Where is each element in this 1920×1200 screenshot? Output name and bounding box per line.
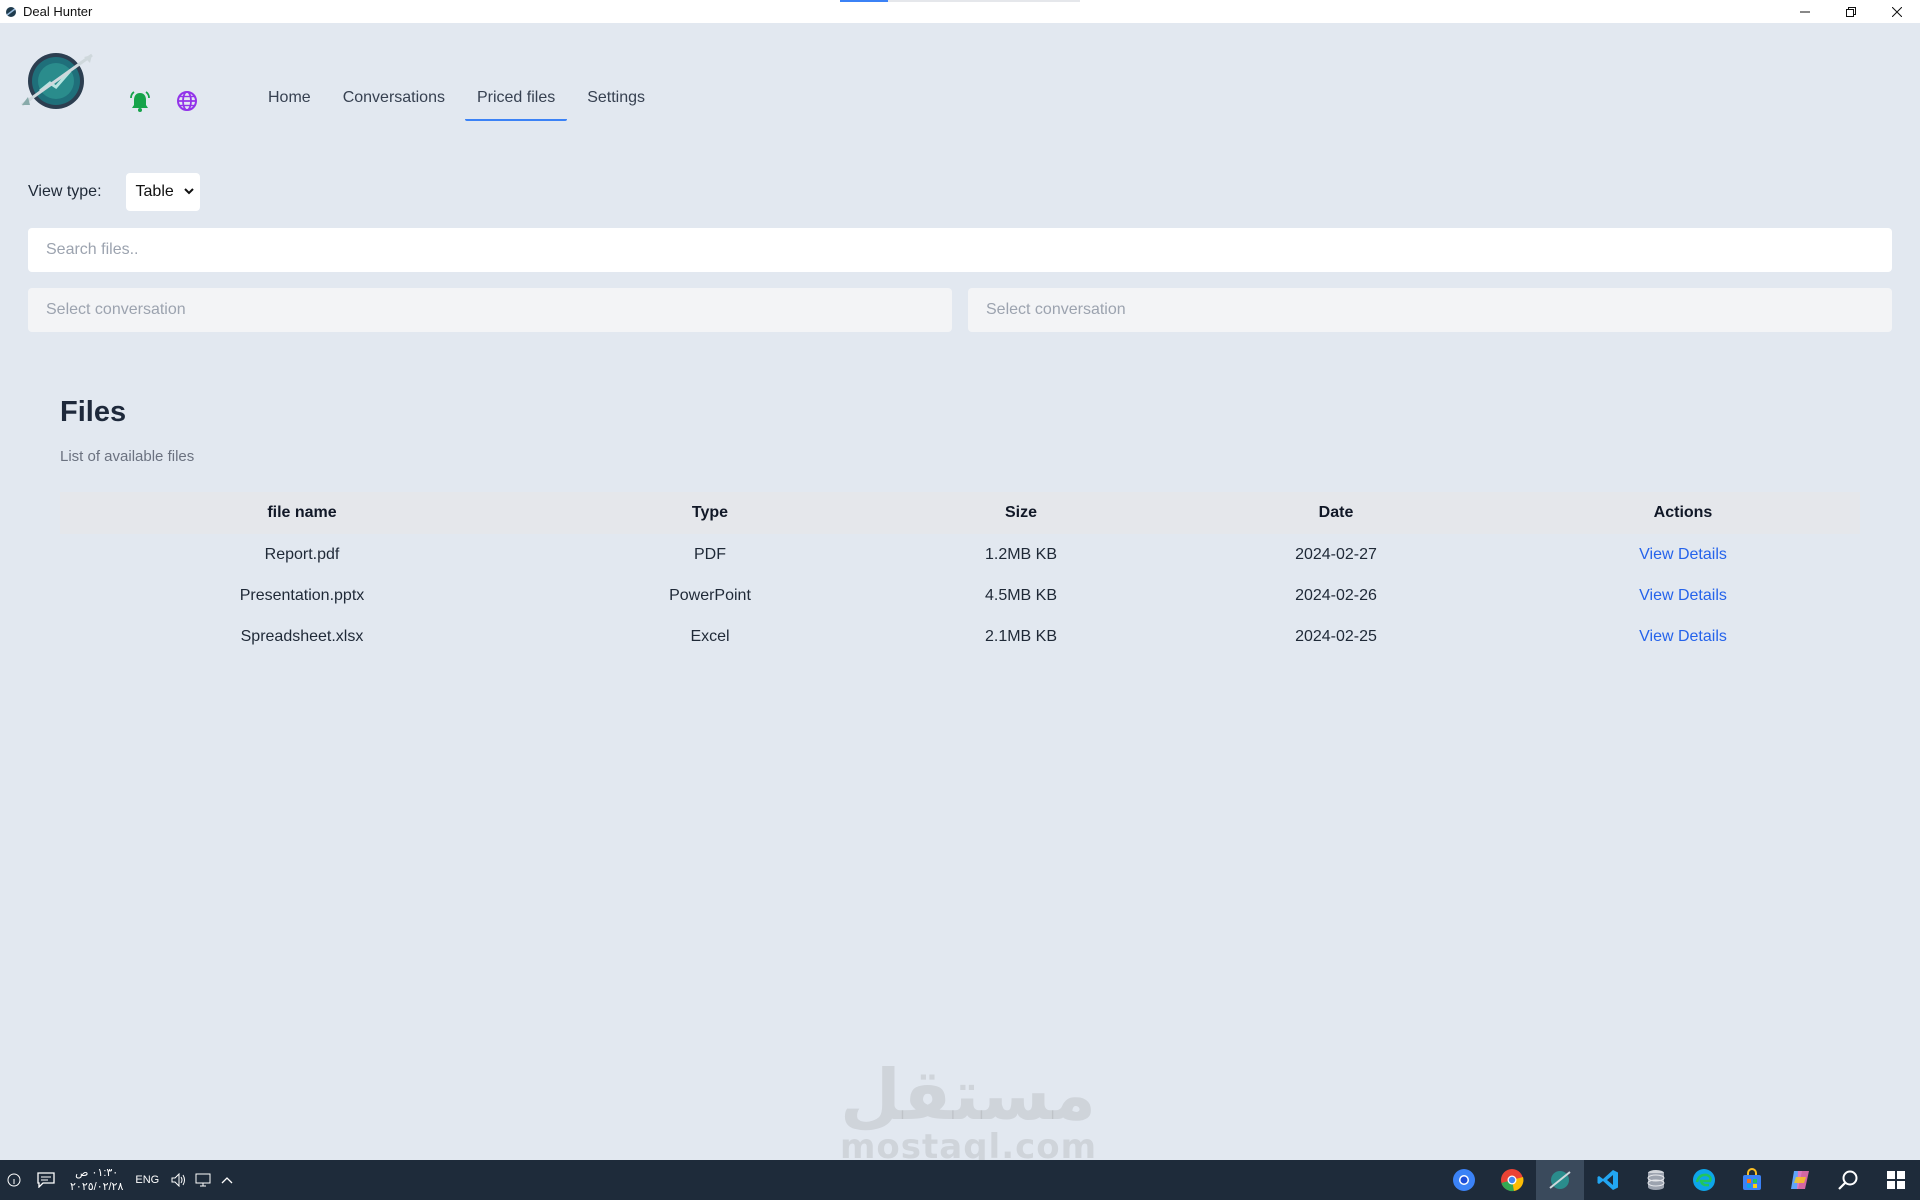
vscode-icon: [1597, 1170, 1618, 1190]
nav-home[interactable]: Home: [256, 79, 323, 117]
taskbar-app-chrome-alt[interactable]: [1488, 1160, 1536, 1200]
restore-button[interactable]: [1828, 0, 1874, 23]
nav-settings[interactable]: Settings: [575, 79, 657, 117]
close-button[interactable]: [1874, 0, 1920, 23]
file-size-cell: 2.1MB KB: [984, 627, 1058, 645]
files-subtitle: List of available files: [60, 448, 195, 465]
window-title: Deal Hunter: [23, 4, 93, 19]
minimize-button[interactable]: [1782, 0, 1828, 23]
app-icon: [6, 6, 16, 17]
files-heading: Files: [60, 396, 127, 428]
minimize-icon: [1800, 11, 1810, 12]
column-header-type: Type: [691, 504, 729, 521]
loading-bar: [840, 0, 1080, 2]
taskbar-app-edge[interactable]: [1680, 1160, 1728, 1200]
volume-icon: [171, 1173, 186, 1187]
view-type-control: View type: Table: [28, 173, 200, 211]
close-icon: [1892, 6, 1902, 17]
view-type-selected: Table: [135, 183, 174, 200]
file-name-cell: Report.pdf: [264, 545, 340, 563]
language-globe-icon[interactable]: [175, 89, 199, 113]
deal-hunter-icon: [1549, 1171, 1571, 1189]
clock-time: ٠١:٣٠ ص: [75, 1167, 119, 1179]
notification-bell-icon[interactable]: [128, 90, 152, 114]
file-date-cell: 2024-02-26: [1295, 586, 1377, 604]
network-button[interactable]: [191, 1160, 215, 1200]
view-type-label: View type:: [28, 183, 102, 200]
deal-hunter-logo[interactable]: [18, 49, 96, 111]
chevron-up-icon: [221, 1177, 233, 1184]
file-name-cell: Presentation.pptx: [239, 586, 365, 604]
conversation-filter-1[interactable]: Select conversation: [28, 288, 952, 332]
taskbar-search-button[interactable]: [1824, 1160, 1872, 1200]
watermark: مستقل mostaql.com: [840, 1054, 1098, 1167]
column-header-file-name: file name: [267, 504, 337, 521]
conversation-filter-2[interactable]: Select conversation: [968, 288, 1892, 332]
file-type-cell: PDF: [694, 545, 726, 563]
taskbar-app-deal-hunter[interactable]: [1536, 1160, 1584, 1200]
restore-icon: [1846, 6, 1856, 17]
files-table: file name Type Size Date Actions Report.…: [60, 492, 1860, 657]
column-header-actions: Actions: [1653, 504, 1713, 521]
file-type-cell: Excel: [690, 627, 730, 645]
column-header-date: Date: [1318, 504, 1354, 521]
table-row: Presentation.pptx PowerPoint 4.5MB KB 20…: [60, 575, 1860, 616]
taskbar-app-chrome[interactable]: [1440, 1160, 1488, 1200]
notification-center-button[interactable]: [28, 1160, 64, 1200]
nav-links: Home Conversations Priced files Settings: [256, 79, 665, 121]
top-navigation: Home Conversations Priced files Settings: [0, 23, 1920, 135]
windows-start-icon: [1887, 1171, 1905, 1189]
file-name-cell: Spreadsheet.xlsx: [240, 627, 364, 645]
table-row: Spreadsheet.xlsx Excel 2.1MB KB 2024-02-…: [60, 616, 1860, 657]
file-size-cell: 4.5MB KB: [984, 586, 1058, 604]
taskbar-app-vscode[interactable]: [1584, 1160, 1632, 1200]
chrome-icon: [1453, 1169, 1475, 1191]
chrome-alt-icon: [1501, 1169, 1524, 1192]
taskbar-app-copilot[interactable]: [1776, 1160, 1824, 1200]
copilot-icon: [1791, 1171, 1809, 1189]
watermark-latin: mostaql.com: [840, 1127, 1098, 1167]
volume-button[interactable]: [167, 1160, 191, 1200]
nav-conversations[interactable]: Conversations: [331, 79, 457, 117]
taskbar-app-store[interactable]: [1728, 1160, 1776, 1200]
view-type-select[interactable]: Table: [125, 173, 200, 211]
search-files-input[interactable]: Search files..: [28, 228, 1892, 272]
view-details-link[interactable]: View Details: [1506, 616, 1860, 657]
watermark-arabic: مستقل: [840, 1054, 1097, 1136]
database-icon: [1647, 1170, 1665, 1190]
taskbar-clock[interactable]: ٠١:٣٠ ص ٢٠٢٥/٠٢/٢٨: [70, 1166, 123, 1194]
language-indicator[interactable]: ENG: [135, 1174, 159, 1186]
table-row: Report.pdf PDF 1.2MB KB 2024-02-27 View …: [60, 534, 1860, 575]
file-date-cell: 2024-02-27: [1295, 545, 1377, 563]
store-icon: [1743, 1168, 1761, 1190]
view-details-link[interactable]: View Details: [1506, 534, 1860, 575]
search-icon: [1838, 1170, 1858, 1190]
file-date-cell: 2024-02-25: [1295, 627, 1377, 645]
nav-priced-files[interactable]: Priced files: [464, 79, 568, 121]
chat-icon: [37, 1172, 55, 1188]
clock-date: ٢٠٢٥/٠٢/٢٨: [70, 1181, 124, 1193]
view-details-link[interactable]: View Details: [1506, 575, 1860, 616]
show-hidden-icons-button[interactable]: [215, 1160, 239, 1200]
network-icon: [195, 1173, 211, 1187]
file-type-cell: PowerPoint: [669, 586, 751, 604]
edge-icon: [1693, 1169, 1715, 1191]
table-header-row: file name Type Size Date Actions: [60, 492, 1860, 534]
column-header-size: Size: [1004, 504, 1037, 521]
file-size-cell: 1.2MB KB: [984, 545, 1058, 563]
chevron-down-icon: [183, 188, 194, 195]
info-icon: [7, 1173, 21, 1187]
info-button[interactable]: [0, 1160, 28, 1200]
window-titlebar: Deal Hunter: [0, 0, 1920, 23]
taskbar-app-database[interactable]: [1632, 1160, 1680, 1200]
windows-taskbar: ٠١:٣٠ ص ٢٠٢٥/٠٢/٢٨ ENG: [0, 1160, 1920, 1200]
windows-start-button[interactable]: [1872, 1160, 1920, 1200]
